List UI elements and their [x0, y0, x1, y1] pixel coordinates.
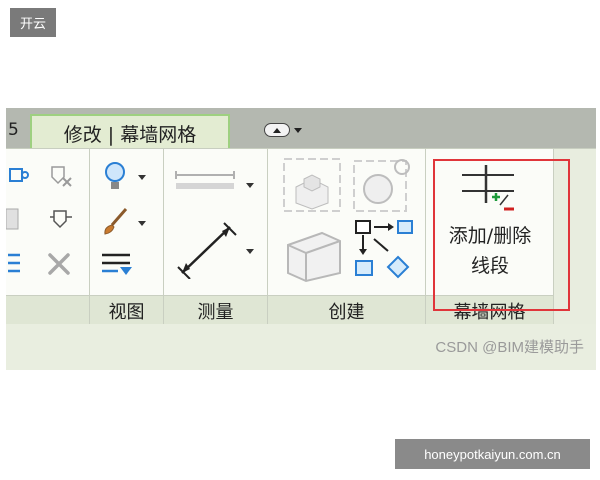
panel-label-measure: 测量 [164, 295, 267, 325]
offset-icon[interactable] [6, 207, 22, 233]
chevron-down-icon[interactable] [138, 175, 146, 180]
aligned-dimension-icon[interactable] [176, 221, 238, 279]
status-strip: CSDN @BIM建模助手 [6, 324, 596, 370]
array-icon[interactable] [6, 249, 26, 279]
panel-label-create: 创建 [268, 295, 425, 325]
csdn-watermark: CSDN @BIM建模助手 [435, 339, 584, 356]
panel-label-modify [6, 295, 89, 325]
ribbon-tab-bar: 5 修改 | 幕墙网格 [6, 108, 596, 150]
panel-view: 视图 [90, 149, 164, 325]
create-group-icon[interactable] [354, 219, 416, 281]
linework-icon[interactable] [100, 249, 134, 279]
chevron-down-icon[interactable] [246, 183, 254, 188]
measure-between-points-icon[interactable] [174, 167, 238, 195]
create-parts-icon[interactable] [282, 157, 342, 213]
chevron-down-icon[interactable] [246, 249, 254, 254]
panel-create: 创建 [268, 149, 426, 325]
tab-modify-curtain-grid[interactable]: 修改 | 幕墙网格 [30, 114, 230, 150]
highlight-box [433, 159, 570, 311]
panel-label-view: 视图 [90, 295, 163, 325]
panel-modify-partial [6, 149, 90, 325]
url-watermark: honeypotkaiyun.com.cn [395, 439, 590, 469]
lightbulb-icon[interactable] [102, 161, 128, 193]
tab-partial[interactable]: 5 [6, 120, 26, 148]
delete-icon[interactable] [46, 251, 72, 277]
chevron-down-icon[interactable] [138, 221, 146, 226]
chevron-down-icon[interactable] [294, 127, 302, 133]
ribbon-minimize-toggle[interactable] [264, 122, 312, 138]
corner-watermark-badge: 开云 [10, 8, 57, 37]
align-icon[interactable] [8, 165, 30, 187]
paintbrush-icon[interactable] [100, 205, 132, 237]
ribbon: 5 修改 | 幕墙网格 视图 测量 创建 添加/删除 线段 幕墙网格 CSDN … [6, 108, 596, 370]
unpin-icon[interactable] [46, 161, 74, 189]
pin-icon[interactable] [46, 207, 74, 233]
collapse-ribbon-icon[interactable] [264, 123, 290, 137]
panel-measure: 测量 [164, 149, 268, 325]
create-similar-icon[interactable] [282, 225, 346, 283]
create-assembly-icon[interactable] [352, 155, 414, 213]
